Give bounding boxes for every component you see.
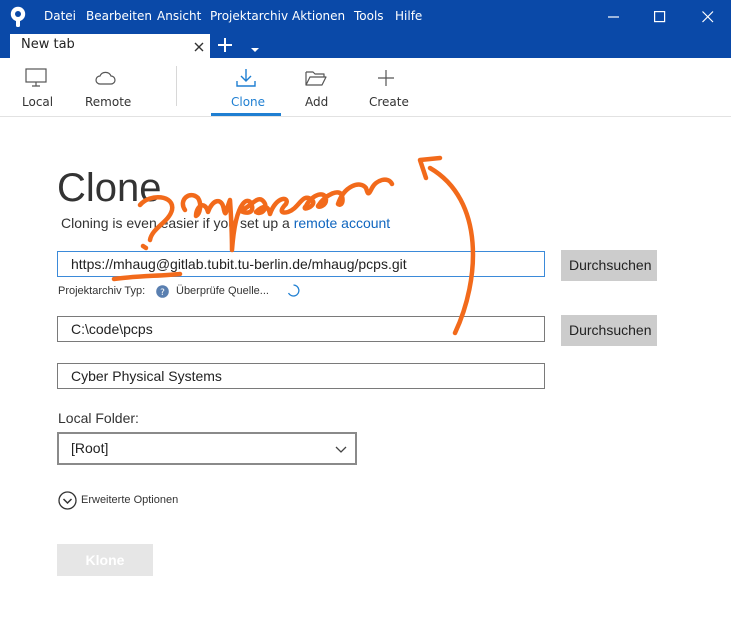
repo-name-input[interactable]: Cyber Physical Systems bbox=[57, 363, 545, 389]
minimize-button[interactable] bbox=[591, 0, 637, 33]
sourcetree-logo-icon[interactable] bbox=[8, 6, 28, 28]
tab-label: New tab bbox=[21, 37, 75, 52]
local-folder-label: Local Folder: bbox=[58, 410, 139, 426]
chevron-down-icon bbox=[335, 446, 347, 453]
clone-submit-label: Klone bbox=[85, 552, 125, 568]
destination-path-input[interactable]: C:\code\pcps bbox=[57, 316, 545, 342]
local-folder-select[interactable]: [Root] bbox=[57, 432, 357, 465]
svg-text:?: ? bbox=[160, 288, 165, 298]
menu-projektarchiv[interactable]: Projektarchiv bbox=[210, 0, 288, 33]
active-tab-indicator bbox=[211, 113, 281, 116]
destination-path-value: C:\code\pcps bbox=[71, 321, 153, 337]
caret-down-icon[interactable] bbox=[250, 40, 260, 52]
menu-ansicht[interactable]: Ansicht bbox=[157, 0, 201, 33]
spinner-icon bbox=[287, 284, 300, 297]
plus-icon bbox=[378, 70, 394, 86]
repo-name-value: Cyber Physical Systems bbox=[71, 368, 222, 384]
plus-icon[interactable] bbox=[216, 36, 234, 54]
source-url-value: https://mhaug@gitlab.tubit.tu-berlin.de/… bbox=[71, 256, 407, 272]
close-icon bbox=[702, 11, 714, 23]
cloning-hint: Cloning is even easier if you set up a r… bbox=[61, 215, 390, 231]
cloning-hint-text: Cloning is even easier if you set up a bbox=[61, 215, 290, 231]
tab-close-icon[interactable] bbox=[192, 39, 206, 53]
maximize-icon bbox=[654, 11, 666, 23]
toolbar-local-button[interactable]: Local bbox=[14, 58, 58, 116]
repo-type-label: Projektarchiv Typ: bbox=[58, 285, 146, 297]
maximize-button[interactable] bbox=[637, 0, 683, 33]
remote-account-link[interactable]: remote account bbox=[294, 215, 391, 231]
checking-source-status: Überprüfe Quelle... bbox=[176, 285, 269, 297]
page-title: Clone bbox=[57, 166, 162, 210]
menu-tools[interactable]: Tools bbox=[354, 0, 384, 33]
toolbar-separator bbox=[176, 66, 177, 106]
browse-path-label: Durchsuchen bbox=[569, 322, 652, 338]
toolbar-clone-label: Clone bbox=[231, 95, 266, 109]
help-icon[interactable]: ? bbox=[156, 285, 169, 298]
browse-url-label: Durchsuchen bbox=[569, 257, 652, 273]
menu-hilfe[interactable]: Hilfe bbox=[395, 0, 422, 33]
source-url-input[interactable]: https://mhaug@gitlab.tubit.tu-berlin.de/… bbox=[57, 251, 545, 277]
toolbar-clone-button[interactable]: Clone bbox=[211, 58, 281, 116]
close-window-button[interactable] bbox=[685, 0, 731, 33]
minimize-icon bbox=[608, 16, 619, 18]
toolbar-add-label: Add bbox=[305, 95, 329, 109]
toolbar-create-label: Create bbox=[369, 95, 409, 109]
menu-datei[interactable]: Datei bbox=[44, 0, 76, 33]
toolbar-remote-label: Remote bbox=[85, 95, 132, 109]
tab-new-tab[interactable]: New tab bbox=[10, 34, 210, 58]
menu-aktionen[interactable]: Aktionen bbox=[292, 0, 345, 33]
browse-path-button[interactable]: Durchsuchen bbox=[561, 315, 657, 346]
monitor-icon bbox=[25, 68, 47, 87]
browse-url-button[interactable]: Durchsuchen bbox=[561, 250, 657, 281]
download-icon bbox=[236, 69, 256, 87]
toolbar-create-button[interactable]: Create bbox=[362, 58, 410, 116]
advanced-options-label: Erweiterte Optionen bbox=[81, 494, 179, 506]
toolbar-remote-button[interactable]: Remote bbox=[80, 58, 132, 116]
expand-circle-icon bbox=[58, 491, 77, 510]
folder-open-icon bbox=[305, 71, 327, 86]
menu-bearbeiten[interactable]: Bearbeiten bbox=[86, 0, 152, 33]
cloud-icon bbox=[95, 71, 116, 85]
toolbar-local-label: Local bbox=[22, 95, 54, 109]
local-folder-value: [Root] bbox=[71, 440, 109, 456]
toolbar-add-button[interactable]: Add bbox=[296, 58, 336, 116]
clone-submit-button[interactable]: Klone bbox=[57, 544, 153, 576]
